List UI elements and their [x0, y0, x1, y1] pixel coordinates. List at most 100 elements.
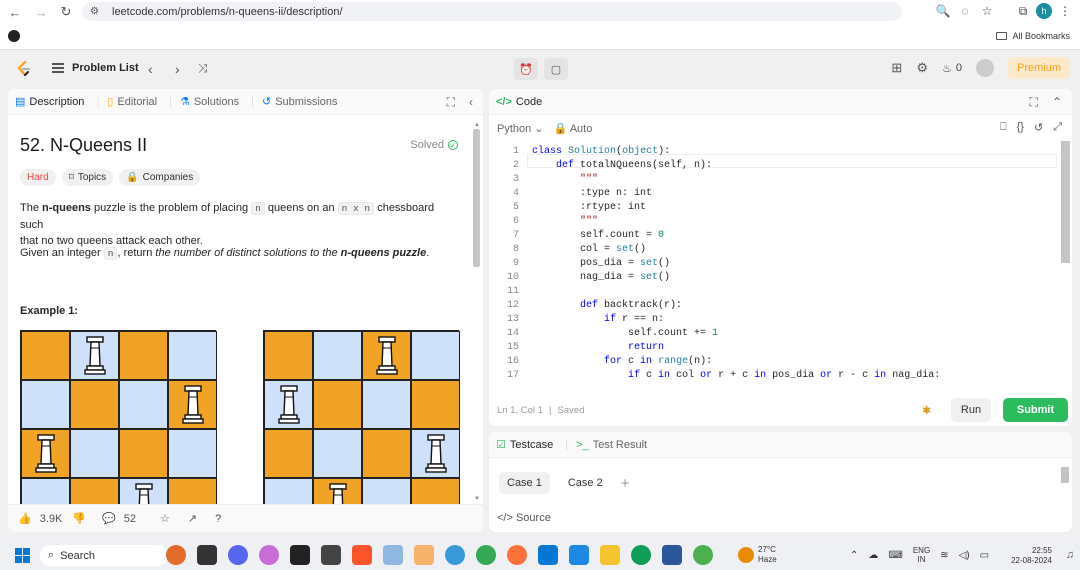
- edge-icon[interactable]: [631, 545, 651, 565]
- lightbulb-icon[interactable]: ✱: [922, 404, 931, 417]
- code-line[interactable]: 11: [489, 285, 532, 299]
- add-case-icon[interactable]: +: [621, 475, 630, 492]
- code-editor[interactable]: 1 class Solution(object): 2 def totalNQuee…: [489, 145, 1059, 390]
- clock[interactable]: 22:55 22-08-2024: [1011, 546, 1052, 566]
- zoom-icon[interactable]: 🔍: [934, 2, 952, 20]
- windows-start-icon[interactable]: [15, 548, 30, 563]
- timer-icon[interactable]: ⏰: [514, 58, 538, 80]
- chat-icon[interactable]: [228, 545, 248, 565]
- reset-icon[interactable]: ↺: [1034, 121, 1043, 134]
- tab-test-result[interactable]: >_ Test Result: [576, 439, 647, 451]
- companies-chip[interactable]: 🔒 Companies: [119, 169, 201, 186]
- tab-code[interactable]: </> Code: [496, 96, 542, 108]
- auto-mode[interactable]: 🔒 Auto: [554, 122, 593, 135]
- chrome-icon[interactable]: [476, 545, 496, 565]
- tab-submissions[interactable]: ↺ Submissions: [262, 95, 338, 109]
- code-line[interactable]: 13 if r == n:: [489, 313, 664, 327]
- notification-bell-icon[interactable]: ♫: [1066, 549, 1074, 561]
- share-icon[interactable]: ↗: [188, 512, 197, 525]
- collapse-left-icon[interactable]: ‹: [469, 95, 473, 110]
- maximize-icon[interactable]: ⛶: [447, 95, 455, 110]
- code-line[interactable]: 9 pos_dia = set(): [489, 257, 670, 271]
- address-bar[interactable]: ⚙ leetcode.com/problems/n-queens-ii/desc…: [82, 2, 902, 21]
- tab-editorial[interactable]: ▯ Editorial: [107, 95, 157, 109]
- code-line[interactable]: 16 for c in range(n):: [489, 355, 712, 369]
- app-icon[interactable]: [383, 545, 403, 565]
- code-line[interactable]: 2 def totalNQueens(self, n):: [489, 159, 712, 173]
- run-button[interactable]: Run: [951, 398, 991, 422]
- battery-icon[interactable]: ▭: [980, 550, 989, 561]
- site-info-icon[interactable]: ⚙: [90, 6, 102, 17]
- notes-icon[interactable]: ▢: [544, 58, 568, 80]
- collapse-up-icon[interactable]: ⌃: [1052, 95, 1062, 110]
- help-icon[interactable]: ?: [215, 513, 221, 525]
- prev-problem-icon[interactable]: ‹: [148, 61, 153, 77]
- code-line[interactable]: 3 """: [489, 173, 598, 187]
- chevron-up-icon[interactable]: ⌃: [850, 550, 858, 561]
- problem-list-button[interactable]: Problem List: [52, 62, 139, 74]
- testcase-scrollbar[interactable]: [1061, 467, 1069, 483]
- scroll-down-icon[interactable]: ▼: [474, 496, 480, 502]
- vscode-icon[interactable]: [538, 545, 558, 565]
- code-line[interactable]: 15 return: [489, 341, 664, 355]
- tab-description[interactable]: ▤ Description: [15, 95, 84, 109]
- next-problem-icon[interactable]: ›: [175, 61, 180, 77]
- back-icon[interactable]: ←: [4, 1, 26, 23]
- python-icon[interactable]: [445, 545, 465, 565]
- layout-grid-icon[interactable]: ⊞: [891, 60, 902, 76]
- favorite-star-icon[interactable]: ☆: [160, 512, 170, 525]
- code-line[interactable]: 7 self.count = 0: [489, 229, 664, 243]
- code-line[interactable]: 10 nag_dia = set(): [489, 271, 670, 285]
- chrome-profile-icon[interactable]: [693, 545, 713, 565]
- github-icon[interactable]: [8, 30, 20, 42]
- code-line[interactable]: 4 :type n: int: [489, 187, 652, 201]
- comment-icon[interactable]: 💬: [102, 512, 116, 525]
- extensions-icon[interactable]: ⧉: [1014, 2, 1032, 20]
- task-view-icon[interactable]: [197, 545, 217, 565]
- source-button[interactable]: </> Source: [497, 512, 551, 524]
- file-explorer-icon[interactable]: [600, 545, 620, 565]
- streak-counter[interactable]: ♨ 0: [942, 62, 962, 75]
- weather-widget[interactable]: 27°C Haze: [738, 545, 777, 565]
- topics-chip[interactable]: ⌑ Topics: [61, 169, 114, 186]
- code-line[interactable]: 5 :rtype: int: [489, 201, 646, 215]
- shuffle-icon[interactable]: ⤨: [198, 61, 208, 76]
- language-select[interactable]: Python ⌄: [497, 122, 544, 135]
- thumbs-down-icon[interactable]: 👎: [72, 512, 86, 525]
- taskbar-search[interactable]: ⌕ Search: [40, 545, 168, 566]
- premium-button[interactable]: Premium: [1007, 57, 1070, 79]
- profile-avatar[interactable]: h: [1036, 3, 1052, 19]
- case-2-tab[interactable]: Case 2: [560, 472, 611, 494]
- tab-testcase[interactable]: ☑ Testcase: [496, 438, 553, 452]
- menu-icon[interactable]: ⋮: [1056, 2, 1074, 20]
- code-line[interactable]: 6 """: [489, 215, 598, 229]
- widget-icon[interactable]: [166, 545, 186, 565]
- description-scrollbar[interactable]: [473, 129, 480, 267]
- firefox-icon[interactable]: [507, 545, 527, 565]
- media-app-icon[interactable]: [321, 545, 341, 565]
- notepad-icon[interactable]: [569, 545, 589, 565]
- app-icon[interactable]: [662, 545, 682, 565]
- volume-icon[interactable]: ◁): [959, 550, 970, 561]
- terminal-app-icon[interactable]: [290, 545, 310, 565]
- keyboard-icon[interactable]: ⌨: [888, 550, 902, 561]
- maximize-icon[interactable]: ⛶: [1030, 95, 1038, 110]
- format-braces-icon[interactable]: {}: [1017, 121, 1024, 134]
- code-line[interactable]: 12 def backtrack(r):: [489, 299, 682, 313]
- editor-scrollbar[interactable]: [1061, 141, 1070, 263]
- all-bookmarks[interactable]: All Bookmarks: [996, 31, 1070, 41]
- thumbs-up-icon[interactable]: 👍: [18, 512, 32, 525]
- wifi-icon[interactable]: ≋: [940, 550, 948, 561]
- forward-icon[interactable]: →: [30, 1, 52, 23]
- fullscreen-icon[interactable]: ⤢: [1053, 121, 1062, 134]
- language-indicator[interactable]: ENG IN: [913, 546, 930, 564]
- tab-solutions[interactable]: ⚗ Solutions: [180, 95, 239, 109]
- bookmark-icon[interactable]: ⎕: [1000, 121, 1007, 134]
- user-avatar[interactable]: [975, 59, 994, 77]
- star-icon[interactable]: ☆: [978, 2, 996, 20]
- scroll-up-icon[interactable]: ▲: [474, 122, 480, 128]
- code-line[interactable]: 17 if c in col or r + c in pos_dia or r …: [489, 369, 940, 383]
- submit-button[interactable]: Submit: [1003, 398, 1068, 422]
- settings-gear-icon[interactable]: ⚙: [916, 60, 928, 76]
- copilot-icon[interactable]: [259, 545, 279, 565]
